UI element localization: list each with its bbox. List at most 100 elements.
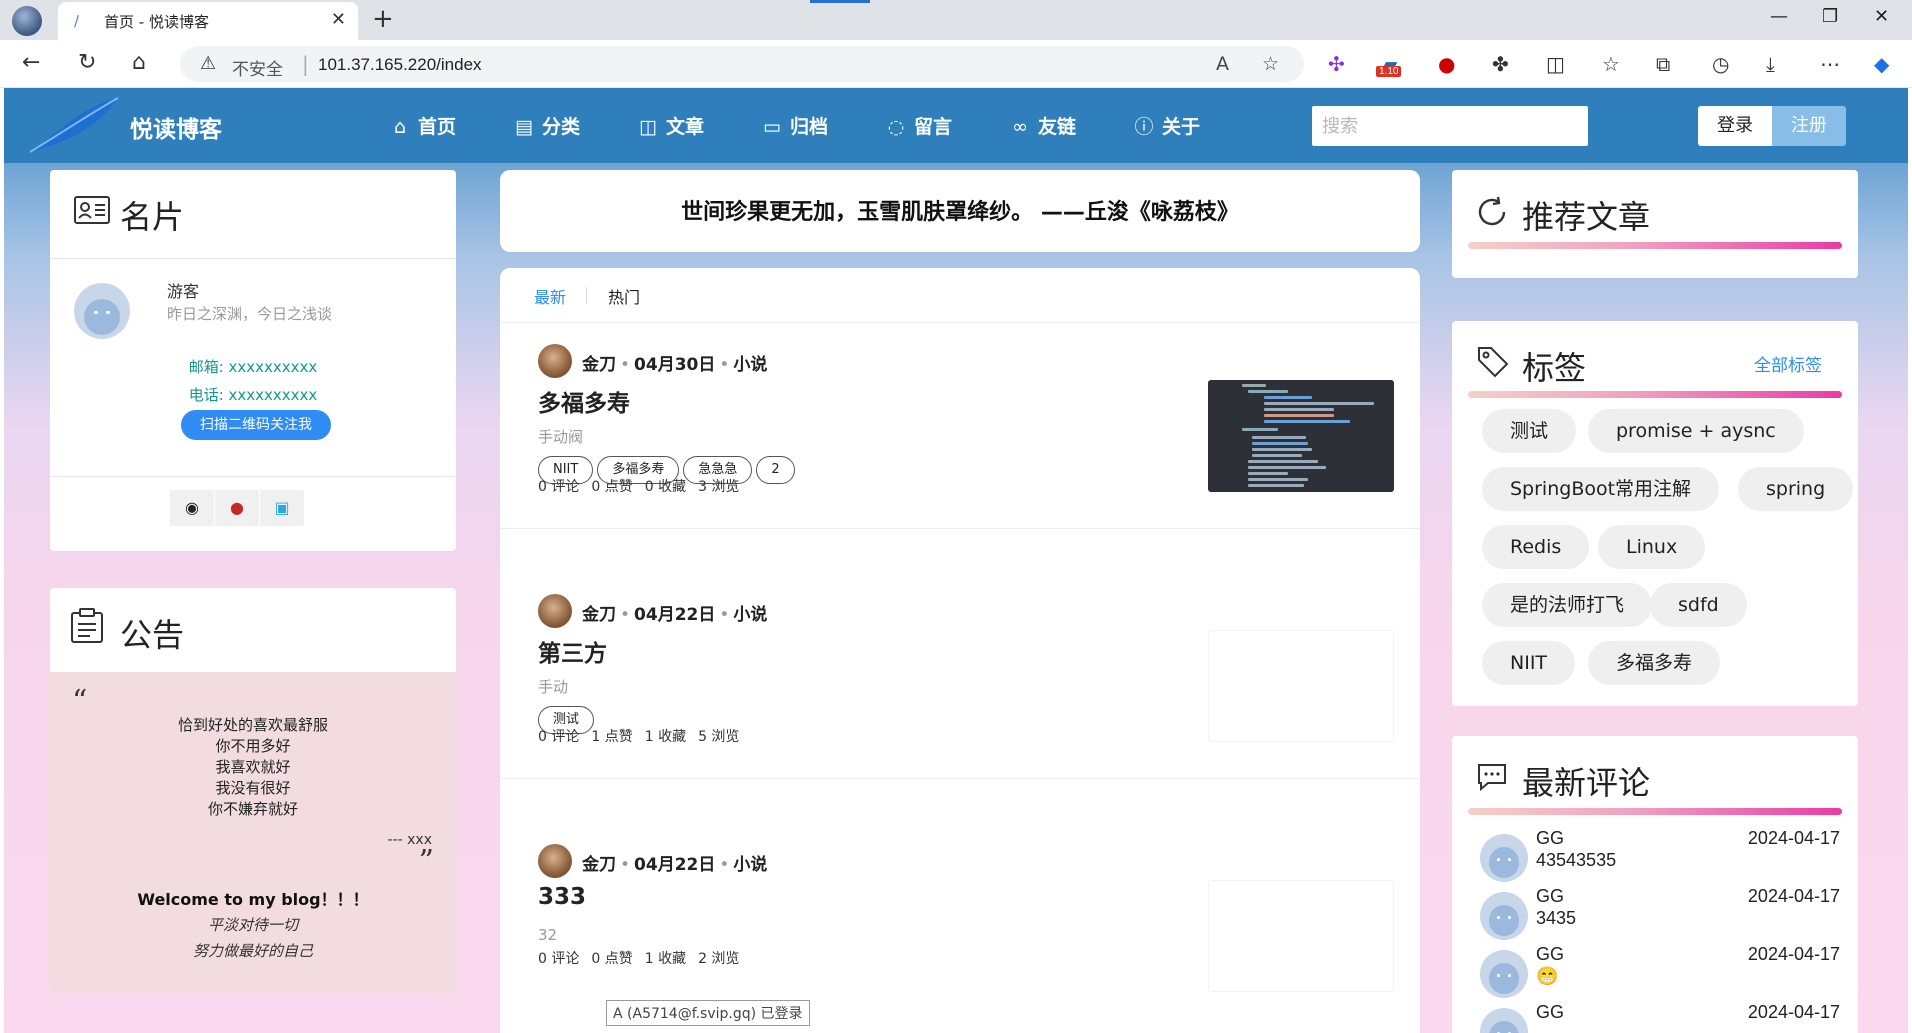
tag-pill[interactable]: SpringBoot常用注解 bbox=[1482, 467, 1720, 511]
restore-icon[interactable]: ❐ bbox=[1822, 6, 1838, 27]
post-item[interactable]: 金刀 • 04月30日 • 小说 多福多寿 手动阀 NIIT 多福多寿 急急急 2 0 评论 0… bbox=[500, 324, 1420, 529]
tag-pill[interactable]: sdfd bbox=[1650, 583, 1747, 627]
tag-pill[interactable]: NIIT bbox=[1482, 641, 1576, 685]
tag-pill[interactable]: 多福多寿 bbox=[1588, 641, 1721, 685]
post-title[interactable]: 第三方 bbox=[538, 634, 607, 668]
read-aloud-icon[interactable]: A bbox=[1216, 53, 1229, 75]
feed-tabs: 最新 热门 bbox=[500, 268, 1420, 323]
avatar bbox=[74, 283, 130, 339]
nav-about[interactable]: ⓘ 关于 bbox=[1134, 112, 1200, 139]
minimize-icon[interactable]: — bbox=[1770, 6, 1788, 27]
github-icon[interactable]: ◉ bbox=[170, 490, 214, 526]
post-category[interactable]: 小说 bbox=[733, 855, 767, 875]
tab-latest[interactable]: 最新 bbox=[534, 284, 566, 308]
nav-archive[interactable]: ▭ 归档 bbox=[762, 112, 828, 139]
tag-pill[interactable]: 测试 bbox=[1482, 409, 1577, 453]
extension-icon[interactable]: ✣ bbox=[1328, 52, 1345, 76]
post-date: 04月30日 bbox=[634, 355, 716, 375]
qr-follow-button[interactable]: 扫描二维码关注我 bbox=[181, 410, 331, 440]
post-category[interactable]: 小说 bbox=[733, 355, 767, 375]
extension-record-icon[interactable]: ● bbox=[1438, 52, 1455, 76]
post-item[interactable]: 金刀 • 04月22日 • 小说 第三方 手动 测试 0 评论 1 点赞 1 收藏 5 浏览 bbox=[500, 574, 1420, 779]
like-count: 0 点赞 bbox=[591, 479, 633, 495]
notice-line: 你不用多好 bbox=[215, 737, 291, 755]
profile-name: 游客 bbox=[167, 282, 200, 301]
new-tab-icon[interactable]: + bbox=[372, 4, 394, 34]
tag-pill[interactable]: promise + aysnc bbox=[1588, 409, 1804, 453]
author-avatar[interactable] bbox=[538, 344, 572, 378]
post-title[interactable]: 多福多寿 bbox=[538, 384, 630, 418]
tag-pill[interactable]: 是的法师打飞 bbox=[1482, 583, 1653, 627]
commenter-name: GG bbox=[1536, 828, 1565, 848]
search-input[interactable] bbox=[1312, 106, 1588, 146]
post-author[interactable]: 金刀 bbox=[582, 855, 616, 875]
more-menu-icon[interactable]: ⋯ bbox=[1820, 52, 1840, 76]
browser-tab[interactable]: ∕ 首页 - 悦读博客 ✕ bbox=[58, 2, 358, 40]
comment-item[interactable]: GG 2024-04-17 bbox=[1480, 1002, 1840, 1033]
login-button[interactable]: 登录 bbox=[1698, 106, 1772, 146]
notice-italic-line: 努力做最好的自己 bbox=[192, 942, 313, 960]
copilot-icon[interactable]: ◆ bbox=[1874, 52, 1889, 76]
author-avatar[interactable] bbox=[538, 844, 572, 878]
bilibili-icon[interactable]: ▣ bbox=[260, 490, 304, 526]
post-thumbnail[interactable] bbox=[1208, 880, 1394, 992]
comment-item[interactable]: GG 43543535 2024-04-17 bbox=[1480, 828, 1840, 886]
favorites-icon[interactable]: ☆ bbox=[1602, 52, 1620, 76]
profile-email: 邮箱: xxxxxxxxxx bbox=[188, 358, 318, 376]
nav-messages[interactable]: ◌ 留言 bbox=[886, 112, 952, 139]
collections-icon[interactable]: ⧉ bbox=[1656, 52, 1670, 76]
comment-item[interactable]: GG 😁 2024-04-17 bbox=[1480, 944, 1840, 1002]
tag-pill[interactable]: Linux bbox=[1598, 525, 1706, 569]
refresh-icon[interactable] bbox=[1476, 196, 1508, 228]
site-name[interactable]: 悦读博客 bbox=[130, 110, 222, 144]
divider bbox=[50, 258, 456, 259]
commenter-avatar bbox=[1480, 892, 1528, 940]
download-icon[interactable]: ⤓ bbox=[1766, 52, 1775, 76]
link-icon: ∞ bbox=[1012, 116, 1028, 138]
nav-category[interactable]: ▤ 分类 bbox=[514, 112, 580, 139]
home-icon[interactable]: ⌂ bbox=[132, 50, 146, 75]
comment-item[interactable]: GG 3435 2024-04-17 bbox=[1480, 886, 1840, 944]
comment-count: 0 评论 bbox=[538, 729, 580, 745]
extensions-puzzle-icon[interactable]: ✤ bbox=[1492, 52, 1509, 76]
post-title[interactable]: 333 bbox=[538, 884, 586, 910]
book-icon: ◫ bbox=[639, 116, 657, 138]
profile-card-title: 名片 bbox=[120, 198, 185, 236]
post-summary: 手动 bbox=[538, 678, 569, 696]
post-category[interactable]: 小说 bbox=[733, 605, 767, 625]
tab-hot[interactable]: 热门 bbox=[608, 284, 640, 308]
post-tag[interactable]: 2 bbox=[756, 456, 795, 484]
all-tags-link[interactable]: 全部标签 bbox=[1754, 351, 1822, 376]
post-author[interactable]: 金刀 bbox=[582, 605, 616, 625]
url-text[interactable]: 101.37.165.220/index bbox=[318, 55, 482, 75]
close-tab-icon[interactable]: ✕ bbox=[331, 9, 346, 30]
url-field[interactable]: ⚠ 不安全 | 101.37.165.220/index A ☆ bbox=[180, 46, 1304, 82]
nav-messages-label: 留言 bbox=[914, 116, 953, 138]
favorite-star-icon[interactable]: ☆ bbox=[1262, 53, 1279, 75]
warning-icon[interactable]: ⚠ bbox=[200, 53, 216, 74]
tag-pill[interactable]: spring bbox=[1738, 467, 1854, 511]
nav-links[interactable]: ∞ 友链 bbox=[1010, 112, 1076, 139]
author-avatar[interactable] bbox=[538, 594, 572, 628]
nav-articles[interactable]: ◫ 文章 bbox=[638, 112, 704, 139]
nav-links-label: 友链 bbox=[1038, 116, 1077, 138]
register-button[interactable]: 注册 bbox=[1772, 106, 1846, 146]
browser-address-bar: ← ↻ ⌂ ⚠ 不安全 | 101.37.165.220/index A ☆ ✣… bbox=[0, 40, 1912, 88]
post-author[interactable]: 金刀 bbox=[582, 355, 616, 375]
reload-icon[interactable]: ↻ bbox=[78, 50, 96, 75]
article-feed: 最新 热门 金刀 • 04月30日 • 小说 多福多寿 手动阀 NIIT 多福多寿 急急急 2… bbox=[500, 268, 1420, 1033]
browser-tab-bar: ∕ 首页 - 悦读博客 ✕ + — ❐ ✕ bbox=[0, 0, 1912, 40]
browser-profile-avatar[interactable] bbox=[12, 6, 42, 36]
split-screen-icon[interactable]: ◫ bbox=[1546, 52, 1565, 76]
notice-card: 公告 “ 恰到好处的喜欢最舒服 你不用多好 我喜欢就好 我没有很好 你不嫌弃就好… bbox=[50, 588, 456, 993]
post-item[interactable]: 金刀 • 04月22日 • 小说 333 32 0 评论 0 点赞 1 收藏 2 浏览 bbox=[500, 824, 1420, 1029]
post-thumbnail[interactable] bbox=[1208, 630, 1394, 742]
history-icon[interactable]: ◷ bbox=[1712, 52, 1729, 76]
archive-icon: ▭ bbox=[763, 116, 781, 138]
gitee-icon[interactable]: ● bbox=[215, 490, 259, 526]
tag-pill[interactable]: Redis bbox=[1482, 525, 1590, 569]
nav-home[interactable]: ⌂ 首页 bbox=[390, 112, 456, 139]
back-icon[interactable]: ← bbox=[22, 50, 40, 75]
post-thumbnail[interactable] bbox=[1208, 380, 1394, 492]
close-window-icon[interactable]: ✕ bbox=[1874, 6, 1889, 27]
